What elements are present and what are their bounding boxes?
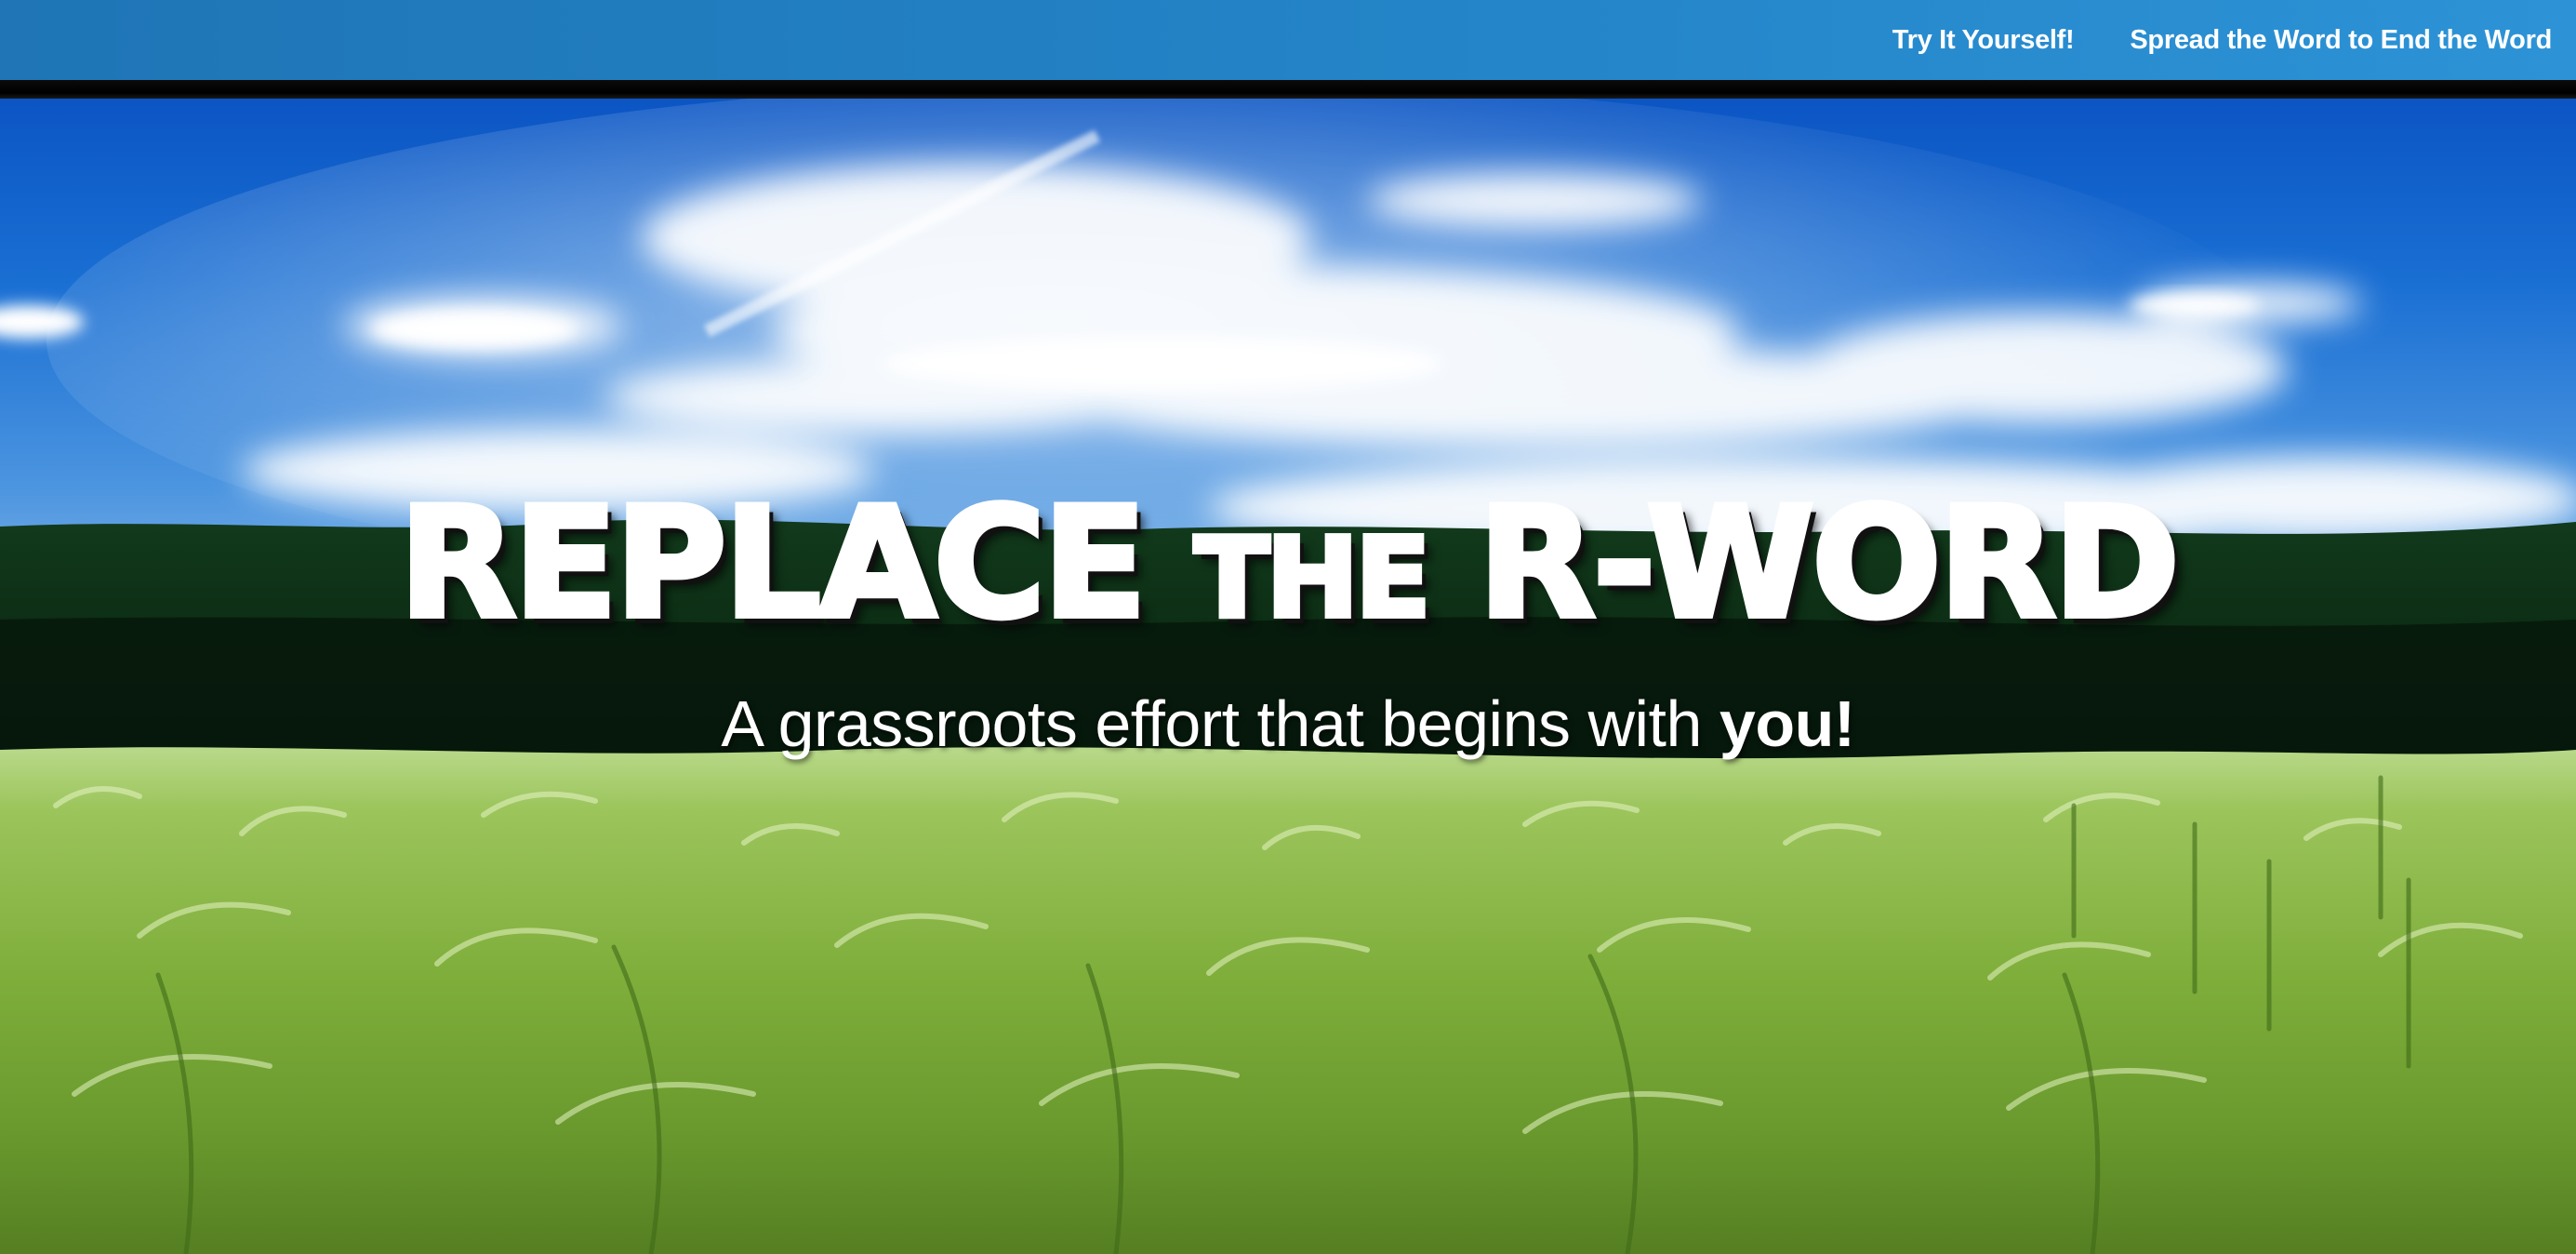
page: Try It Yourself! Spread the Word to End … [0,0,2576,1254]
hero-subtitle-emphasis: you! [1719,687,1855,760]
hero-subtitle: A grassroots effort that begins with you… [0,687,2576,761]
nav-link-try-it-yourself[interactable]: Try It Yourself! [1892,25,2075,56]
hero-section: REPLACE THE R-WORD A grassroots effort t… [0,99,2576,1254]
hero-title-replace: REPLACE [396,474,1149,652]
top-navbar: Try It Yourself! Spread the Word to End … [0,0,2576,80]
hero-background-image [0,99,2576,1254]
hero-title-r-word: R-WORD [1475,474,2183,652]
nav-link-spread-the-word[interactable]: Spread the Word to End the Word [2130,25,2552,56]
hero-subtitle-text: A grassroots effort that begins with [721,687,1702,760]
hero-title-the: THE [1191,514,1433,642]
hero-title: REPLACE THE R-WORD [0,485,2576,643]
navbar-divider [0,80,2576,99]
